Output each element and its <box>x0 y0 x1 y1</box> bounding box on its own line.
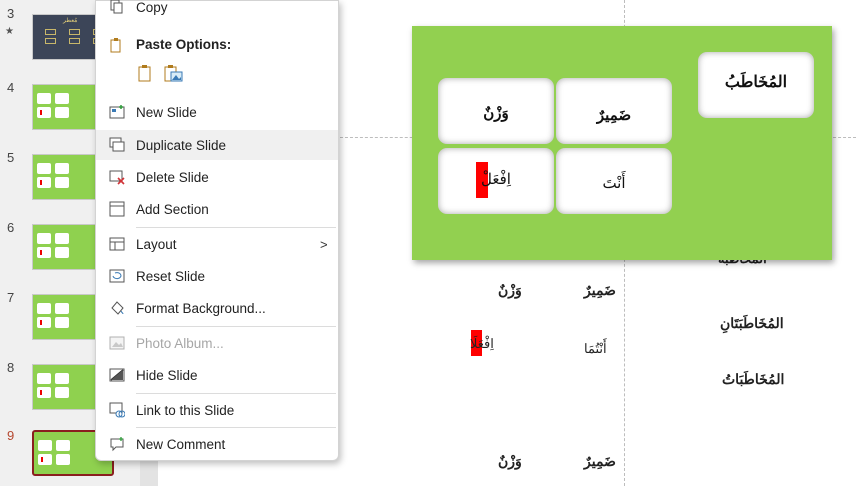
green-slide-panel[interactable]: المُخَاطَبُ وَزْنٌ ضَمِيرٌ اِفْعَلْ أَنْ… <box>412 26 832 260</box>
new-comment-icon <box>110 437 124 452</box>
paste-keep-formatting-icon[interactable] <box>136 63 156 83</box>
new-slide-icon <box>109 105 125 119</box>
hide-slide-icon <box>109 368 125 382</box>
slide-number-6: 6 <box>7 220 15 235</box>
thumb-box <box>69 29 80 35</box>
bg-row2-right: المُخَاطَبَتَانِ <box>720 316 784 332</box>
menu-item-label: New Comment <box>136 436 226 452</box>
bg-row2-ifal: اِفْعَلَا <box>470 337 494 352</box>
menu-item-label: Hide Slide <box>136 367 198 383</box>
menu-separator <box>136 227 336 228</box>
menu-item-label: Link to this Slide <box>136 402 235 418</box>
format-background-icon <box>111 301 124 315</box>
menu-item-photo-album: Photo Album... <box>96 328 338 358</box>
menu-item-new-slide[interactable]: New Slide <box>96 97 338 127</box>
menu-item-label: Format Background... <box>136 300 266 316</box>
ifal-card[interactable]: اِفْعَلْ <box>438 148 554 214</box>
thumb-box <box>69 38 80 44</box>
bg-row1-wazn: وَزْنٌ <box>498 283 522 299</box>
link-to-slide-icon <box>109 402 125 418</box>
damir-card-text: ضَمِيرٌ <box>596 106 632 124</box>
reset-slide-icon <box>109 269 125 283</box>
bg-row3-right: المُخَاطَبَاتُ <box>722 372 785 388</box>
thumb-box <box>45 29 56 35</box>
menu-separator <box>136 427 336 428</box>
slide-number-4: 4 <box>7 80 15 95</box>
menu-item-layout[interactable]: Layout > <box>96 229 338 259</box>
menu-item-label: Photo Album... <box>136 335 224 351</box>
add-section-icon <box>109 201 125 217</box>
layout-icon <box>109 237 125 251</box>
delete-slide-icon <box>109 170 125 185</box>
menu-item-label: Reset Slide <box>136 268 206 284</box>
menu-item-delete-slide[interactable]: Delete Slide <box>96 162 338 192</box>
header-card[interactable]: المُخَاطَبُ <box>698 52 814 118</box>
slide-number-8: 8 <box>7 360 15 375</box>
bg-row1-damir: ضَمِيرٌ <box>584 283 616 299</box>
ifal-card-text: اِفْعَلْ <box>481 170 511 188</box>
slide-number-7: 7 <box>7 290 15 305</box>
anta-card-text: أَنْتَ <box>602 174 626 192</box>
menu-item-label: Copy <box>136 0 168 15</box>
menu-separator <box>136 393 336 394</box>
bg-row4-wazn: وَزْنٌ <box>498 454 522 470</box>
menu-item-reset-slide[interactable]: Reset Slide <box>96 261 338 291</box>
menu-item-add-section[interactable]: Add Section <box>96 194 338 224</box>
anta-card[interactable]: أَنْتَ <box>556 148 672 214</box>
menu-separator <box>136 326 336 327</box>
slide-number-9: 9 <box>7 428 15 443</box>
paste-picture-icon[interactable] <box>162 63 184 83</box>
wazn-card[interactable]: وَزْنٌ <box>438 78 554 144</box>
photo-album-icon <box>109 336 125 350</box>
wazn-card-text: وَزْنٌ <box>483 104 509 122</box>
thumbnail-caption: مُعطر <box>63 17 78 24</box>
copy-icon <box>110 0 123 14</box>
damir-card[interactable]: ضَمِيرٌ <box>556 78 672 144</box>
menu-item-new-comment[interactable]: New Comment <box>96 429 338 459</box>
menu-item-format-background[interactable]: Format Background... <box>96 293 338 323</box>
menu-item-label: Add Section <box>136 201 209 217</box>
animation-star-icon: ★ <box>5 26 14 37</box>
paste-options-label: Paste Options: <box>136 37 232 52</box>
slide-number-5: 5 <box>7 150 15 165</box>
menu-item-label: Delete Slide <box>136 169 209 185</box>
duplicate-slide-icon <box>109 137 125 152</box>
paste-icon <box>110 38 121 53</box>
menu-item-label: New Slide <box>136 104 197 120</box>
menu-item-label: Layout <box>136 236 177 252</box>
header-card-text: المُخَاطَبُ <box>724 72 788 91</box>
menu-item-label: Duplicate Slide <box>136 137 227 153</box>
submenu-arrow-icon: > <box>320 236 328 252</box>
menu-item-duplicate-slide[interactable]: Duplicate Slide <box>96 130 338 160</box>
menu-item-link-to-slide[interactable]: Link to this Slide <box>96 395 338 425</box>
context-menu[interactable]: Copy Paste Options: New Slide Duplicate … <box>95 0 339 461</box>
menu-item-copy[interactable]: Copy <box>96 0 338 19</box>
bg-row4-damir: ضَمِيرٌ <box>584 454 616 470</box>
thumb-box <box>45 38 56 44</box>
slide-number-3: 3 <box>7 6 15 21</box>
menu-item-hide-slide[interactable]: Hide Slide <box>96 360 338 390</box>
bg-row2-antuma: أَنْتُمَا <box>584 342 607 357</box>
